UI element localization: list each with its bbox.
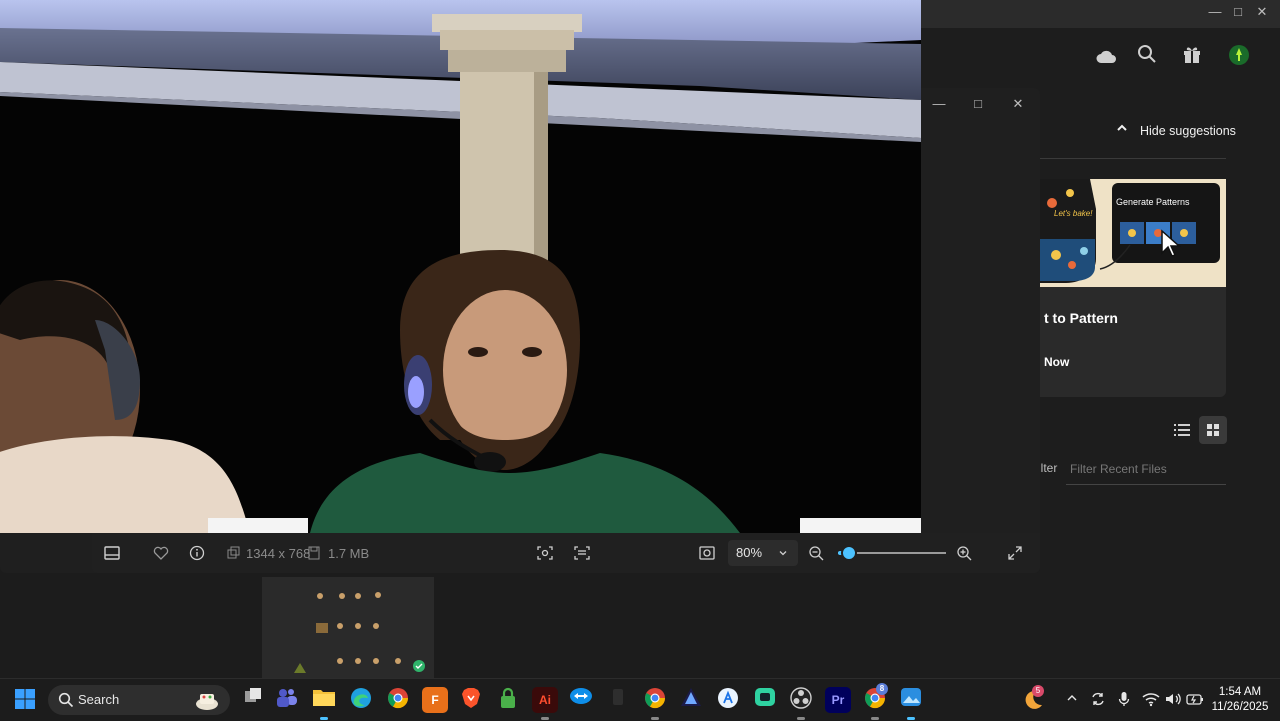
zoom-out-icon[interactable] xyxy=(808,543,828,563)
acrobat-app-label: Ai xyxy=(539,693,551,707)
battery-icon[interactable] xyxy=(1186,691,1204,710)
dim-app-icon[interactable] xyxy=(605,687,631,713)
face-scan-icon[interactable] xyxy=(537,543,557,563)
file-size: 1.7 MB xyxy=(328,545,370,561)
clock-date[interactable]: 11/26/2025 xyxy=(1206,701,1274,713)
wifi-icon[interactable] xyxy=(1142,691,1160,710)
chevron-up-icon[interactable] xyxy=(1066,691,1078,707)
webcam-photo xyxy=(0,0,921,533)
filmstrip-icon[interactable] xyxy=(104,543,124,563)
generate-patterns-badge: Generate Patterns xyxy=(1116,197,1190,207)
adobe-maximize-button[interactable]: □ xyxy=(1227,4,1249,19)
affinity-icon[interactable] xyxy=(678,687,704,713)
zoom-in-icon[interactable] xyxy=(956,543,976,563)
premiere-app-label: Pr xyxy=(831,693,845,707)
search-highlight-icon xyxy=(194,688,220,717)
file-explorer-icon[interactable] xyxy=(311,687,337,713)
taskbar-search-box[interactable]: Search xyxy=(48,685,230,715)
photos-icon[interactable] xyxy=(898,687,924,713)
avatar[interactable] xyxy=(1225,44,1253,72)
chrome-badge-icon[interactable]: 8 xyxy=(862,683,888,713)
sync-icon[interactable] xyxy=(1090,691,1106,710)
info-icon[interactable] xyxy=(189,543,209,563)
zoom-level: 80% xyxy=(736,545,763,560)
promo-image: Generate Patterns Let's bake! xyxy=(1040,179,1226,287)
divider xyxy=(1040,158,1226,159)
task-view-icon[interactable] xyxy=(240,687,266,713)
promo-title: t to Pattern xyxy=(1044,310,1118,326)
chrome-icon[interactable] xyxy=(385,687,411,713)
taskbar: Search F Ai Pr 8 5 1:54 AM 11/26/2025 xyxy=(0,678,1280,721)
chevron-down-icon xyxy=(778,545,788,563)
chevron-up-icon[interactable] xyxy=(1116,122,1128,137)
viewer-close-button[interactable]: ✕ xyxy=(1007,96,1029,112)
premiere-app-icon[interactable]: Pr xyxy=(825,687,851,713)
list-view-icon[interactable] xyxy=(1170,418,1194,442)
zoom-slider-thumb[interactable] xyxy=(840,545,857,561)
clock-time[interactable]: 1:54 AM xyxy=(1206,686,1274,698)
heart-icon[interactable] xyxy=(153,543,173,563)
chrome-profile-icon[interactable] xyxy=(642,687,668,713)
thumbnail-strip[interactable] xyxy=(262,577,434,678)
filesize-readout: 1.7 MB xyxy=(308,543,369,563)
fullscreen-icon[interactable] xyxy=(1008,543,1028,563)
gift-icon[interactable] xyxy=(1178,44,1206,72)
image-dimensions: 1344 x 768 xyxy=(246,545,311,561)
acrobat-app-icon[interactable]: Ai xyxy=(532,687,558,713)
notification-badge: 8 xyxy=(876,683,888,695)
fresco-app-icon[interactable]: F xyxy=(422,687,448,713)
clipchamp-icon[interactable] xyxy=(752,687,778,713)
hide-suggestions-button[interactable]: Hide suggestions xyxy=(1140,124,1236,138)
adobe-minimize-button[interactable]: — xyxy=(1204,4,1226,19)
filter-recent-files-input[interactable] xyxy=(1066,456,1224,482)
weather-icon[interactable]: 5 xyxy=(1020,685,1044,716)
app-store-icon[interactable] xyxy=(715,687,741,713)
viewer-window-controls: — □ ✕ xyxy=(920,88,1040,120)
search-placeholder: Search xyxy=(78,692,120,707)
filter-recent-files-field[interactable] xyxy=(1066,456,1226,485)
dimensions-icon xyxy=(227,546,240,559)
viewer-maximize-button[interactable]: □ xyxy=(967,96,989,111)
windows-start-icon[interactable] xyxy=(14,688,38,712)
grid-view-icon[interactable] xyxy=(1199,416,1227,444)
dimensions-readout: 1344 x 768 xyxy=(226,543,310,563)
volume-icon[interactable] xyxy=(1164,691,1182,710)
lock-app-icon[interactable] xyxy=(495,687,521,713)
teamviewer-icon[interactable] xyxy=(568,687,594,713)
teams-icon[interactable] xyxy=(274,687,300,713)
adobe-close-button[interactable]: ✕ xyxy=(1251,4,1273,20)
disk-icon xyxy=(308,546,320,560)
text-scan-icon[interactable] xyxy=(574,543,594,563)
edge-icon[interactable] xyxy=(348,687,374,713)
promo-cta-link[interactable]: Now xyxy=(1044,355,1069,369)
viewer-toolbar: 1344 x 768 1.7 MB 80% xyxy=(92,533,1040,573)
search-icon xyxy=(58,692,74,713)
brave-icon[interactable] xyxy=(458,687,484,713)
fresco-app-label: F xyxy=(431,693,439,707)
zoom-dropdown[interactable]: 80% xyxy=(728,540,798,566)
weather-badge: 5 xyxy=(1032,685,1044,697)
microphone-icon[interactable] xyxy=(1118,691,1130,710)
bake-text: Let's bake! xyxy=(1054,209,1093,218)
viewer-minimize-button[interactable]: — xyxy=(928,96,950,111)
filter-label: ilter xyxy=(1038,461,1058,475)
obs-icon[interactable] xyxy=(788,687,814,713)
promo-card[interactable]: Generate Patterns Let's bake! t to Patte… xyxy=(1040,179,1226,397)
adobe-title-bar: — □ ✕ xyxy=(920,0,1280,28)
search-icon[interactable] xyxy=(1133,44,1161,72)
actual-size-icon[interactable] xyxy=(699,543,719,563)
cloud-icon[interactable] xyxy=(1092,44,1120,72)
